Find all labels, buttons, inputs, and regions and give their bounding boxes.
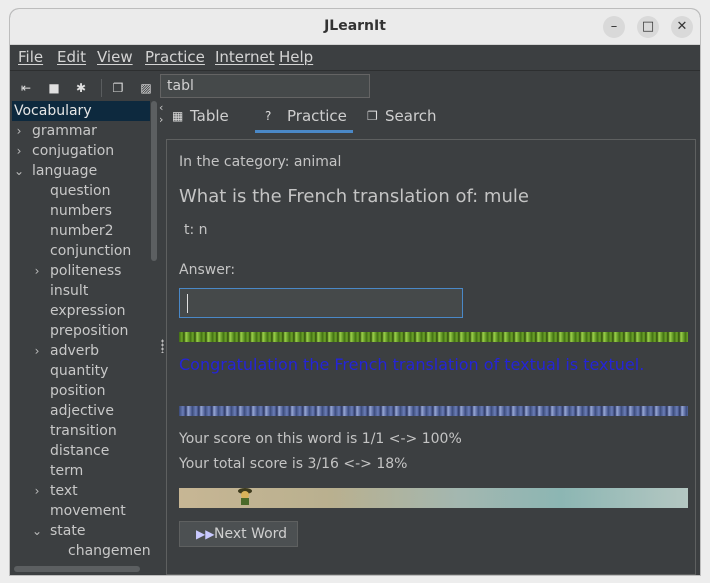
tab-bar: ▦ Table ? Practice ❐ Search [168, 101, 700, 133]
question-icon: ? [265, 109, 272, 123]
tree-item-term[interactable]: term [50, 461, 83, 481]
hint-label: t: n [184, 222, 208, 238]
copy-icon[interactable]: ❐ [110, 80, 126, 96]
next-word-button[interactable]: ▶▶ Next Word [179, 521, 298, 547]
divider-banner-image [179, 406, 688, 416]
app-window: JLearnIt – □ ✕ File Edit View Practice I… [10, 9, 700, 575]
tree-item-state[interactable]: state [50, 521, 85, 541]
menu-help[interactable]: Help [279, 48, 313, 66]
tab-table[interactable]: ▦ Table [168, 101, 246, 133]
tree-item-changement[interactable]: changement [68, 541, 150, 561]
expand-right-icon[interactable]: › [159, 113, 163, 126]
tree-root-vocabulary[interactable]: Vocabulary [12, 101, 150, 121]
menu-bar: File Edit View Practice Internet Help [10, 45, 700, 69]
title-bar: JLearnIt – □ ✕ [10, 9, 700, 45]
minimize-button[interactable]: – [603, 16, 625, 38]
tree-item-adjective[interactable]: adjective [50, 401, 114, 421]
beach-banner-image [179, 488, 688, 508]
tab-practice-label: Practice [287, 107, 347, 125]
tree-horizontal-scrollbar[interactable] [14, 566, 140, 572]
tree-item-quantity[interactable]: quantity [50, 361, 108, 381]
total-score-label: Your total score is 3/16 <-> 18% [179, 456, 408, 472]
tree-item-number2[interactable]: number2 [50, 221, 114, 241]
expand-icon[interactable]: › [31, 481, 43, 501]
tree-scroll-thumb[interactable] [151, 101, 157, 261]
feedback-message: Congratulation the French translation of… [179, 355, 645, 374]
expand-icon[interactable]: › [31, 261, 43, 281]
tree-item-numbers[interactable]: numbers [50, 201, 112, 221]
word-score-label: Your score on this word is 1/1 <-> 100% [179, 431, 462, 447]
tree-item-preposition[interactable]: preposition [50, 321, 128, 341]
tree-vertical-scrollbar[interactable] [150, 101, 158, 575]
tree-item-insult[interactable]: insult [50, 281, 88, 301]
tab-practice[interactable]: ? Practice [255, 101, 353, 133]
fast-forward-icon: ▶▶ [196, 527, 215, 541]
expand-icon[interactable]: › [13, 141, 25, 161]
tree-item-transition[interactable]: transition [50, 421, 117, 441]
maximize-button[interactable]: □ [637, 16, 659, 38]
expand-icon[interactable]: › [31, 341, 43, 361]
practice-panel: In the category: animal What is the Fren… [166, 139, 696, 575]
tab-search[interactable]: ❐ Search [363, 101, 453, 133]
text-caret [187, 294, 188, 313]
tree-item-expression[interactable]: expression [50, 301, 126, 321]
tab-search-label: Search [385, 107, 437, 125]
close-button[interactable]: ✕ [671, 16, 693, 38]
tree-item-grammar[interactable]: grammar [32, 121, 97, 141]
tree-item-movement[interactable]: movement [50, 501, 126, 521]
success-banner-image [179, 332, 688, 342]
menu-edit[interactable]: Edit [57, 48, 86, 66]
tree-item-politeness[interactable]: politeness [50, 261, 121, 281]
toolbar-separator [101, 79, 102, 97]
import-icon[interactable]: ⇤ [18, 80, 34, 96]
menu-view[interactable]: View [97, 48, 133, 66]
edit-icon[interactable]: ▨ [138, 80, 154, 96]
tree-item-conjugation[interactable]: conjugation [32, 141, 114, 161]
collapse-icon[interactable]: ⌄ [13, 161, 25, 181]
menu-practice[interactable]: Practice [145, 48, 205, 66]
tree-item-language[interactable]: language [32, 161, 97, 181]
category-label: In the category: animal [179, 154, 342, 170]
menu-file[interactable]: File [18, 48, 43, 66]
tree-item-conjunction[interactable]: conjunction [50, 241, 131, 261]
tab-table-label: Table [190, 107, 229, 125]
answer-label: Answer: [179, 262, 236, 278]
tree-item-text[interactable]: text [50, 481, 78, 501]
tree-item-position[interactable]: position [50, 381, 105, 401]
window-title: JLearnIt [324, 18, 386, 34]
table-icon: ▦ [172, 109, 184, 123]
answer-input[interactable] [179, 288, 463, 318]
menu-internet[interactable]: Internet [215, 48, 275, 66]
next-word-label: Next Word [214, 526, 288, 542]
divider-grip-icon[interactable] [161, 339, 164, 353]
vocabulary-tree: Vocabulary › grammar › conjugation ⌄ lan… [10, 101, 150, 575]
tree-item-distance[interactable]: distance [50, 441, 109, 461]
collapse-icon[interactable]: ⌄ [31, 521, 43, 541]
mascot-icon [238, 488, 252, 505]
search-icon: ❐ [367, 109, 378, 123]
save-icon[interactable]: ■ [46, 80, 62, 96]
tree-item-question[interactable]: question [50, 181, 110, 201]
expand-icon[interactable]: › [13, 121, 25, 141]
toolbar-search-input[interactable]: tabl [160, 74, 370, 98]
toolbar: ⇤ ■ ✱ ❐ ▨ tabl [10, 70, 700, 104]
question-label: What is the French translation of: mule [179, 186, 529, 207]
tree-item-adverb[interactable]: adverb [50, 341, 99, 361]
settings-icon[interactable]: ✱ [73, 80, 89, 96]
